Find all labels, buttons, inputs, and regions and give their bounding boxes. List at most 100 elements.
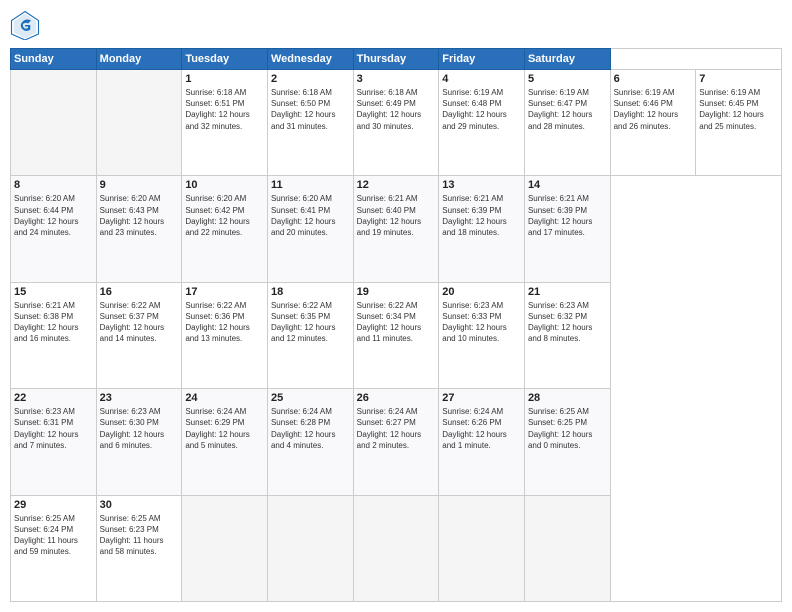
day-info: Sunrise: 6:18 AMSunset: 6:50 PMDaylight:… (271, 87, 350, 132)
calendar-cell (11, 70, 97, 176)
day-info: Sunrise: 6:23 AMSunset: 6:31 PMDaylight:… (14, 406, 93, 451)
day-number: 26 (357, 392, 436, 404)
header (10, 10, 782, 40)
calendar-cell: 26 Sunrise: 6:24 AMSunset: 6:27 PMDaylig… (353, 389, 439, 495)
calendar-cell (267, 495, 353, 601)
calendar-cell: 20 Sunrise: 6:23 AMSunset: 6:33 PMDaylig… (439, 282, 525, 388)
day-number: 19 (357, 286, 436, 298)
weekday-header-friday: Friday (439, 49, 525, 70)
day-number: 27 (442, 392, 521, 404)
calendar-cell (439, 495, 525, 601)
day-info: Sunrise: 6:24 AMSunset: 6:26 PMDaylight:… (442, 406, 521, 451)
day-info: Sunrise: 6:25 AMSunset: 6:25 PMDaylight:… (528, 406, 607, 451)
calendar-cell: 4 Sunrise: 6:19 AMSunset: 6:48 PMDayligh… (439, 70, 525, 176)
calendar-cell: 25 Sunrise: 6:24 AMSunset: 6:28 PMDaylig… (267, 389, 353, 495)
calendar-cell: 14 Sunrise: 6:21 AMSunset: 6:39 PMDaylig… (524, 176, 610, 282)
calendar-cell: 5 Sunrise: 6:19 AMSunset: 6:47 PMDayligh… (524, 70, 610, 176)
calendar-cell: 7 Sunrise: 6:19 AMSunset: 6:45 PMDayligh… (696, 70, 782, 176)
day-number: 5 (528, 73, 607, 85)
day-number: 25 (271, 392, 350, 404)
calendar-cell: 12 Sunrise: 6:21 AMSunset: 6:40 PMDaylig… (353, 176, 439, 282)
day-number: 24 (185, 392, 264, 404)
day-number: 14 (528, 179, 607, 191)
calendar-cell: 6 Sunrise: 6:19 AMSunset: 6:46 PMDayligh… (610, 70, 696, 176)
day-number: 22 (14, 392, 93, 404)
weekday-header-sunday: Sunday (11, 49, 97, 70)
calendar-cell: 2 Sunrise: 6:18 AMSunset: 6:50 PMDayligh… (267, 70, 353, 176)
page: SundayMondayTuesdayWednesdayThursdayFrid… (0, 0, 792, 612)
day-number: 9 (100, 179, 179, 191)
day-number: 11 (271, 179, 350, 191)
day-number: 23 (100, 392, 179, 404)
calendar-cell: 19 Sunrise: 6:22 AMSunset: 6:34 PMDaylig… (353, 282, 439, 388)
calendar-cell: 29 Sunrise: 6:25 AMSunset: 6:24 PMDaylig… (11, 495, 97, 601)
calendar-cell: 24 Sunrise: 6:24 AMSunset: 6:29 PMDaylig… (182, 389, 268, 495)
calendar-cell: 13 Sunrise: 6:21 AMSunset: 6:39 PMDaylig… (439, 176, 525, 282)
day-info: Sunrise: 6:19 AMSunset: 6:48 PMDaylight:… (442, 87, 521, 132)
weekday-header-monday: Monday (96, 49, 182, 70)
calendar-cell: 18 Sunrise: 6:22 AMSunset: 6:35 PMDaylig… (267, 282, 353, 388)
day-info: Sunrise: 6:20 AMSunset: 6:42 PMDaylight:… (185, 193, 264, 238)
calendar-cell: 30 Sunrise: 6:25 AMSunset: 6:23 PMDaylig… (96, 495, 182, 601)
day-info: Sunrise: 6:23 AMSunset: 6:30 PMDaylight:… (100, 406, 179, 451)
day-info: Sunrise: 6:22 AMSunset: 6:34 PMDaylight:… (357, 300, 436, 345)
day-info: Sunrise: 6:21 AMSunset: 6:40 PMDaylight:… (357, 193, 436, 238)
week-row-4: 22 Sunrise: 6:23 AMSunset: 6:31 PMDaylig… (11, 389, 782, 495)
day-number: 28 (528, 392, 607, 404)
day-info: Sunrise: 6:21 AMSunset: 6:38 PMDaylight:… (14, 300, 93, 345)
calendar-cell: 3 Sunrise: 6:18 AMSunset: 6:49 PMDayligh… (353, 70, 439, 176)
day-info: Sunrise: 6:19 AMSunset: 6:45 PMDaylight:… (699, 87, 778, 132)
day-info: Sunrise: 6:21 AMSunset: 6:39 PMDaylight:… (442, 193, 521, 238)
day-number: 18 (271, 286, 350, 298)
calendar-cell: 17 Sunrise: 6:22 AMSunset: 6:36 PMDaylig… (182, 282, 268, 388)
calendar-cell: 23 Sunrise: 6:23 AMSunset: 6:30 PMDaylig… (96, 389, 182, 495)
day-info: Sunrise: 6:18 AMSunset: 6:51 PMDaylight:… (185, 87, 264, 132)
calendar-cell: 11 Sunrise: 6:20 AMSunset: 6:41 PMDaylig… (267, 176, 353, 282)
day-info: Sunrise: 6:19 AMSunset: 6:46 PMDaylight:… (614, 87, 693, 132)
day-number: 3 (357, 73, 436, 85)
week-row-2: 8 Sunrise: 6:20 AMSunset: 6:44 PMDayligh… (11, 176, 782, 282)
calendar-cell: 28 Sunrise: 6:25 AMSunset: 6:25 PMDaylig… (524, 389, 610, 495)
day-number: 6 (614, 73, 693, 85)
calendar-cell (524, 495, 610, 601)
day-number: 16 (100, 286, 179, 298)
day-number: 12 (357, 179, 436, 191)
calendar-cell (353, 495, 439, 601)
day-info: Sunrise: 6:24 AMSunset: 6:27 PMDaylight:… (357, 406, 436, 451)
day-info: Sunrise: 6:23 AMSunset: 6:33 PMDaylight:… (442, 300, 521, 345)
logo (10, 10, 44, 40)
calendar-cell: 16 Sunrise: 6:22 AMSunset: 6:37 PMDaylig… (96, 282, 182, 388)
day-number: 1 (185, 73, 264, 85)
day-info: Sunrise: 6:22 AMSunset: 6:35 PMDaylight:… (271, 300, 350, 345)
calendar-cell: 15 Sunrise: 6:21 AMSunset: 6:38 PMDaylig… (11, 282, 97, 388)
calendar-cell: 1 Sunrise: 6:18 AMSunset: 6:51 PMDayligh… (182, 70, 268, 176)
day-number: 8 (14, 179, 93, 191)
week-row-3: 15 Sunrise: 6:21 AMSunset: 6:38 PMDaylig… (11, 282, 782, 388)
day-info: Sunrise: 6:21 AMSunset: 6:39 PMDaylight:… (528, 193, 607, 238)
day-info: Sunrise: 6:24 AMSunset: 6:29 PMDaylight:… (185, 406, 264, 451)
day-info: Sunrise: 6:22 AMSunset: 6:36 PMDaylight:… (185, 300, 264, 345)
day-number: 15 (14, 286, 93, 298)
weekday-header-row: SundayMondayTuesdayWednesdayThursdayFrid… (11, 49, 782, 70)
day-info: Sunrise: 6:19 AMSunset: 6:47 PMDaylight:… (528, 87, 607, 132)
weekday-header-saturday: Saturday (524, 49, 610, 70)
calendar-cell: 22 Sunrise: 6:23 AMSunset: 6:31 PMDaylig… (11, 389, 97, 495)
calendar-cell: 10 Sunrise: 6:20 AMSunset: 6:42 PMDaylig… (182, 176, 268, 282)
calendar-cell: 27 Sunrise: 6:24 AMSunset: 6:26 PMDaylig… (439, 389, 525, 495)
day-info: Sunrise: 6:23 AMSunset: 6:32 PMDaylight:… (528, 300, 607, 345)
day-number: 4 (442, 73, 521, 85)
day-info: Sunrise: 6:20 AMSunset: 6:41 PMDaylight:… (271, 193, 350, 238)
weekday-header-wednesday: Wednesday (267, 49, 353, 70)
logo-icon (10, 10, 40, 40)
day-info: Sunrise: 6:22 AMSunset: 6:37 PMDaylight:… (100, 300, 179, 345)
day-info: Sunrise: 6:18 AMSunset: 6:49 PMDaylight:… (357, 87, 436, 132)
day-number: 29 (14, 499, 93, 511)
calendar-table: SundayMondayTuesdayWednesdayThursdayFrid… (10, 48, 782, 602)
weekday-header-tuesday: Tuesday (182, 49, 268, 70)
week-row-5: 29 Sunrise: 6:25 AMSunset: 6:24 PMDaylig… (11, 495, 782, 601)
day-number: 17 (185, 286, 264, 298)
calendar-cell: 21 Sunrise: 6:23 AMSunset: 6:32 PMDaylig… (524, 282, 610, 388)
day-info: Sunrise: 6:24 AMSunset: 6:28 PMDaylight:… (271, 406, 350, 451)
day-info: Sunrise: 6:20 AMSunset: 6:43 PMDaylight:… (100, 193, 179, 238)
day-number: 7 (699, 73, 778, 85)
